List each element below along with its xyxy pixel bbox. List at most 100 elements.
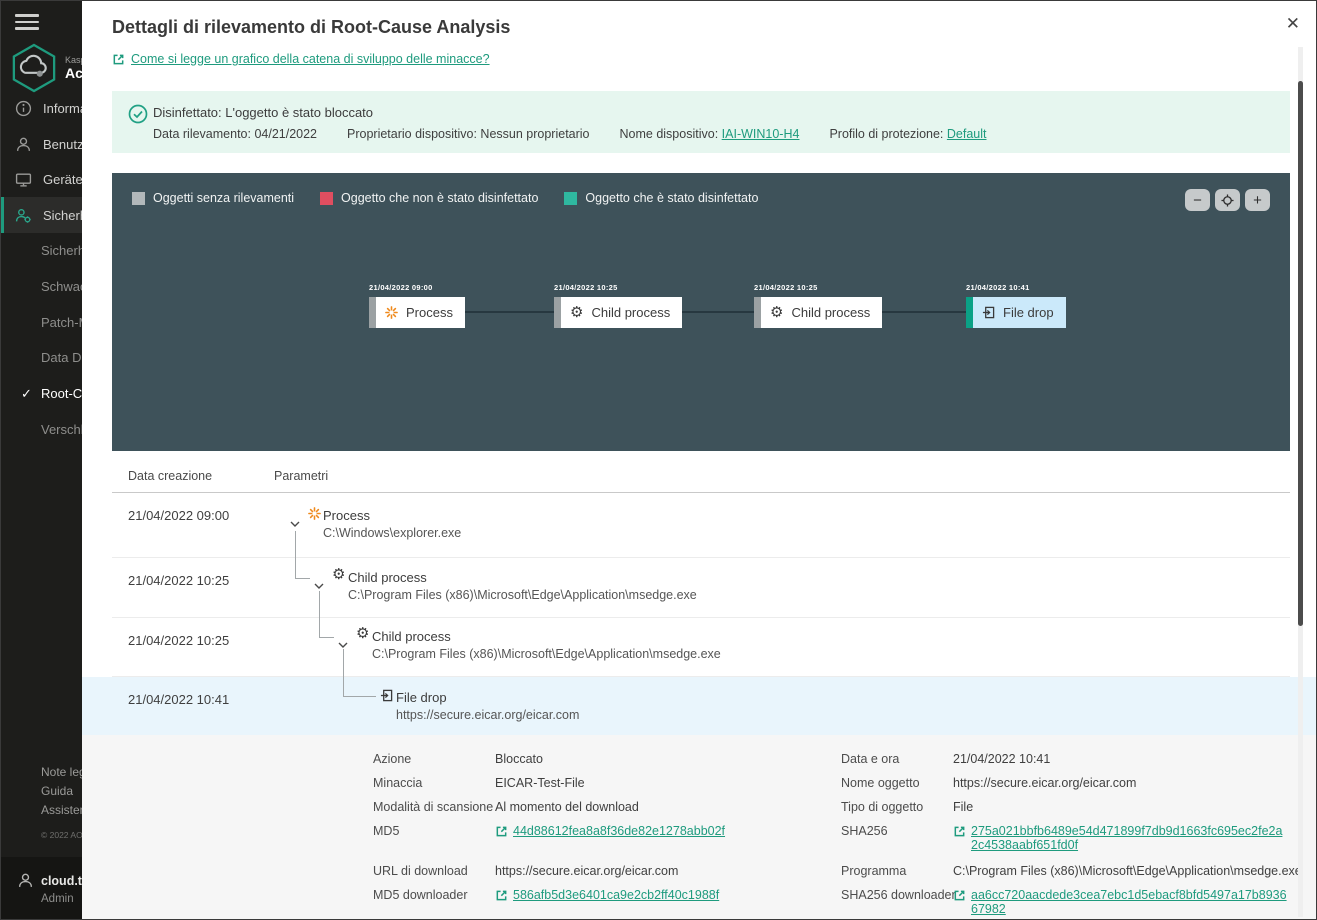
kaspersky-logo: Kasper Acc xyxy=(11,43,82,93)
sidebar-item-information[interactable]: Informa xyxy=(1,90,82,126)
table-row-child-process-1[interactable]: 21/04/2022 10:25 ⚙ Child process C:\Prog… xyxy=(82,558,1290,617)
detail-label: Programma xyxy=(841,864,906,878)
table-row-child-process-2[interactable]: 21/04/2022 10:25 ⚙ Child process C:\Prog… xyxy=(82,618,1290,676)
gear-icon: ⚙ xyxy=(570,305,583,320)
detail-value-action: Bloccato xyxy=(495,752,543,766)
row-date: 21/04/2022 10:41 xyxy=(128,692,229,707)
sidebar-subitem-vulnerabilities[interactable]: Schwac xyxy=(41,279,82,294)
tree-connector xyxy=(343,649,376,697)
file-drop-icon xyxy=(380,689,393,707)
md5-downloader-link[interactable]: 586afb5d3e6401ca9e2cb2ff40c1988f xyxy=(513,888,719,902)
row-path: https://secure.eicar.org/eicar.com xyxy=(396,708,579,722)
row-type: File drop xyxy=(396,690,447,705)
sidebar-item-users[interactable]: Benutze xyxy=(1,126,82,162)
page-title: Dettagli di rilevamento di Root-Cause An… xyxy=(112,17,510,38)
legend-swatch-red xyxy=(320,192,333,205)
sha256-link[interactable]: 275a021bbfb6489e54d471899f7db9d1663fc695… xyxy=(971,824,1289,852)
sidebar-subitem-patch-management[interactable]: Patch-M xyxy=(41,315,82,330)
column-header-params: Parametri xyxy=(274,469,328,483)
device-link[interactable]: IAI-WIN10-H4 xyxy=(722,127,800,141)
table-row-process[interactable]: 21/04/2022 09:00 Process C:\Windows\expl… xyxy=(82,493,1290,557)
row-date: 21/04/2022 10:25 xyxy=(128,573,229,588)
security-management-icon xyxy=(15,207,32,224)
table-row-file-drop[interactable]: 21/04/2022 10:41 File drop https://secur… xyxy=(82,677,1316,735)
chain-node-child-process-1[interactable]: ⚙ Child process xyxy=(554,297,682,328)
chart-legend: Oggetti senza rilevamenti Oggetto che no… xyxy=(132,191,758,205)
gear-icon: ⚙ xyxy=(770,305,783,320)
app-window: Kasper Acc Informa Benutze Geräte Sicher… xyxy=(0,0,1317,920)
node-timestamp: 21/04/2022 10:25 xyxy=(754,283,818,292)
row-date: 21/04/2022 09:00 xyxy=(128,508,229,523)
detail-value-sha256-downloader: aa6cc720aacdede3cea7ebc1d5ebacf8bfd5497a… xyxy=(953,888,1290,916)
detail-label: MD5 downloader xyxy=(373,888,468,902)
row-type: Child process xyxy=(372,629,451,644)
detail-value-threat: EICAR-Test-File xyxy=(495,776,585,790)
sidebar-subitem-root-cause-analysis[interactable]: Root-Ca xyxy=(41,386,82,401)
sidebar-subitem-security[interactable]: Sicherh xyxy=(41,243,82,258)
chart-zoom-controls: − + xyxy=(1185,189,1270,211)
sidebar-item-label: Benutze xyxy=(43,137,82,152)
user-name: cloud.te xyxy=(41,874,82,888)
sha256-downloader-link[interactable]: aa6cc720aacdede3cea7ebc1d5ebacf8bfd5497a… xyxy=(971,888,1289,916)
hexagon-cloud-icon xyxy=(11,43,57,93)
profile-link[interactable]: Default xyxy=(947,127,987,141)
node-timestamp: 21/04/2022 10:25 xyxy=(554,283,618,292)
detail-label: URL di download xyxy=(373,864,468,878)
file-drop-icon xyxy=(982,306,995,319)
external-link-icon xyxy=(953,825,966,838)
current-user[interactable]: cloud.te Admin xyxy=(1,857,82,919)
chain-node-child-process-2[interactable]: ⚙ Child process xyxy=(754,297,882,328)
column-header-date: Data creazione xyxy=(128,469,212,483)
menu-icon[interactable] xyxy=(15,14,39,31)
detail-label: SHA256 downloader xyxy=(841,888,956,902)
help-link[interactable]: Come si legge un grafico della catena di… xyxy=(112,52,490,66)
chevron-down-icon[interactable] xyxy=(290,514,300,532)
detection-details-panel: ✕ Dettagli di rilevamento di Root-Cause … xyxy=(82,1,1316,919)
md5-link[interactable]: 44d88612fea8a8f36de82e1278abb02f xyxy=(513,824,725,838)
sidebar-item-security[interactable]: Sicherh xyxy=(1,197,82,233)
legend-swatch-gray xyxy=(132,192,145,205)
external-link-icon xyxy=(495,825,508,838)
zoom-out-button[interactable]: − xyxy=(1185,189,1210,211)
detail-value-object-type: File xyxy=(953,800,973,814)
brand-name: Kasper xyxy=(65,55,82,65)
detail-value-scan-mode: Al momento del download xyxy=(495,800,639,814)
zoom-in-button[interactable]: + xyxy=(1245,189,1270,211)
process-icon xyxy=(308,507,321,525)
detail-value-datetime: 21/04/2022 10:41 xyxy=(953,752,1050,766)
sidebar-subitem-encryption[interactable]: Verschlü xyxy=(41,422,82,437)
detail-value-md5-downloader: 586afb5d3e6401ca9e2cb2ff40c1988f xyxy=(495,888,719,902)
scrollbar-thumb[interactable] xyxy=(1298,81,1303,626)
user-icon xyxy=(17,872,34,889)
close-icon[interactable]: ✕ xyxy=(1286,15,1300,32)
row-type: Process xyxy=(323,508,370,523)
row-path: C:\Program Files (x86)\Microsoft\Edge\Ap… xyxy=(348,588,697,602)
chain-node-file-drop[interactable]: File drop xyxy=(966,297,1066,328)
process-icon xyxy=(385,306,398,319)
status-banner: Disinfettato: L'oggetto è stato bloccato… xyxy=(112,91,1290,153)
sidebar-subitem-data-discovery[interactable]: Data Dis xyxy=(41,350,82,365)
sidebar-item-label: Sicherh xyxy=(43,208,82,223)
device-name: Nome dispositivo: IAI-WIN10-H4 xyxy=(620,127,800,141)
chain-connector-line xyxy=(413,311,980,313)
legend-no-detections: Oggetti senza rilevamenti xyxy=(132,191,294,205)
user-role: Admin xyxy=(41,893,74,905)
chain-node-process[interactable]: Process xyxy=(369,297,465,328)
guide-link[interactable]: Guida xyxy=(41,784,73,798)
help-link-label: Come si legge un grafico della catena di… xyxy=(131,52,490,66)
external-link-icon xyxy=(953,889,966,902)
tree-connector xyxy=(295,531,310,579)
reset-view-button[interactable] xyxy=(1215,189,1240,211)
node-label: Child process xyxy=(791,305,870,320)
threat-chain-chart: Oggetti senza rilevamenti Oggetto che no… xyxy=(112,173,1290,451)
gear-icon: ⚙ xyxy=(356,626,369,641)
info-icon xyxy=(15,100,32,117)
legal-notes-link[interactable]: Note leg xyxy=(41,765,82,779)
sidebar-item-label: Geräte xyxy=(43,172,82,187)
support-link[interactable]: Assisten xyxy=(41,803,82,817)
detail-label: Tipo di oggetto xyxy=(841,800,923,814)
status-title: Disinfettato: L'oggetto è stato bloccato xyxy=(153,105,373,120)
sidebar: Kasper Acc Informa Benutze Geräte Sicher… xyxy=(1,1,82,919)
sidebar-item-devices[interactable]: Geräte xyxy=(1,161,82,197)
detection-date: Data rilevamento: 04/21/2022 xyxy=(153,127,317,141)
